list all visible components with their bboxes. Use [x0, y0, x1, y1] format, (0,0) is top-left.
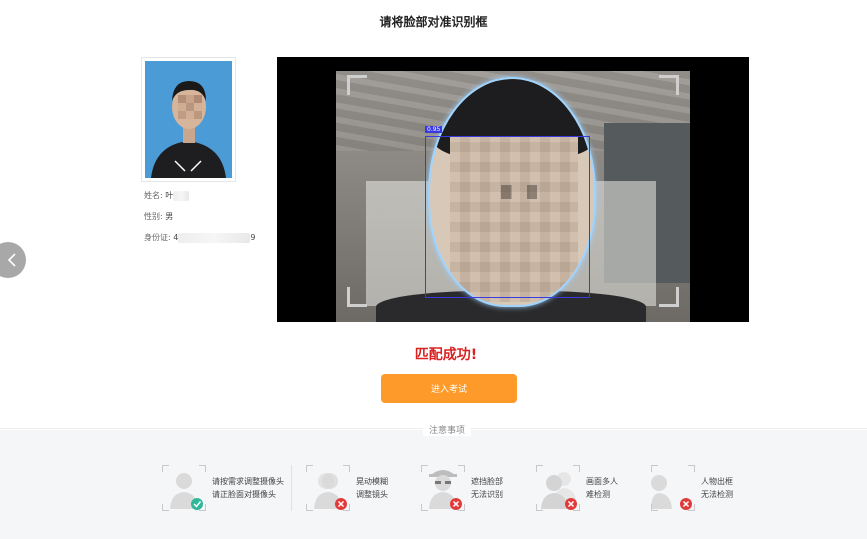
- frame-corner-top-left: [347, 75, 367, 95]
- tip-line1: 晃动模糊: [356, 477, 388, 486]
- name-value: 叶: [165, 191, 174, 200]
- tip-line1: 请按需求调整摄像头: [212, 477, 284, 486]
- tip-item: 遮挡脸部 无法识别: [421, 463, 503, 513]
- id-photo-portrait: [145, 61, 232, 178]
- face-detection-box: [425, 136, 590, 298]
- name-row: 姓名: 叶: [144, 190, 190, 201]
- tip-line2: 请正脸面对摄像头: [212, 490, 276, 499]
- frame-corner-bottom-right: [659, 287, 679, 307]
- id-redaction: [178, 232, 251, 243]
- id-row: 身份证: 49: [144, 232, 255, 243]
- frame-corner-bottom-left: [347, 287, 367, 307]
- tip-item: 画面多人 难检测: [536, 463, 618, 513]
- notice-title: 注意事项: [423, 423, 472, 436]
- person-front-icon: [162, 465, 206, 511]
- tip-line2: 无法检测: [701, 490, 733, 499]
- detection-confidence: 0.95: [425, 126, 443, 133]
- gender-value: 男: [165, 212, 174, 221]
- id-photo-frame: [141, 57, 236, 182]
- tip-line2: 难检测: [586, 490, 610, 499]
- name-redaction: [173, 190, 190, 201]
- person-hat-glasses-icon: [421, 465, 465, 511]
- tip-line1: 画面多人: [586, 477, 618, 486]
- enter-exam-button[interactable]: 进入考试: [381, 374, 517, 403]
- chevron-left-icon: [7, 253, 16, 267]
- gender-label: 性别:: [144, 212, 163, 221]
- camera-preview: 0.95: [277, 57, 749, 322]
- tip-item: 晃动模糊 调整镜头: [306, 463, 388, 513]
- tip-line1: 遮挡脸部: [471, 477, 503, 486]
- tip-line2: 无法识别: [471, 490, 503, 499]
- id-suffix: 9: [250, 233, 256, 242]
- tip-item: 请按需求调整摄像头 请正脸面对摄像头: [162, 463, 284, 513]
- multiple-people-icon: [536, 465, 580, 511]
- frame-corner-top-right: [659, 75, 679, 95]
- page-title: 请将脸部对准识别框: [379, 15, 488, 29]
- name-label: 姓名:: [144, 191, 163, 200]
- match-status-text: 匹配成功!: [414, 347, 478, 363]
- id-label: 身份证:: [144, 233, 171, 242]
- id-photo: [145, 61, 232, 178]
- tip-item: 人物出框 无法检测: [651, 463, 733, 513]
- tip-separator: [291, 465, 292, 511]
- person-blur-icon: [306, 465, 350, 511]
- tip-line1: 人物出框: [701, 477, 733, 486]
- tip-line2: 调整镜头: [356, 490, 388, 499]
- back-button[interactable]: [0, 242, 26, 278]
- gender-row: 性别: 男: [144, 211, 173, 222]
- person-out-of-frame-icon: [651, 465, 695, 511]
